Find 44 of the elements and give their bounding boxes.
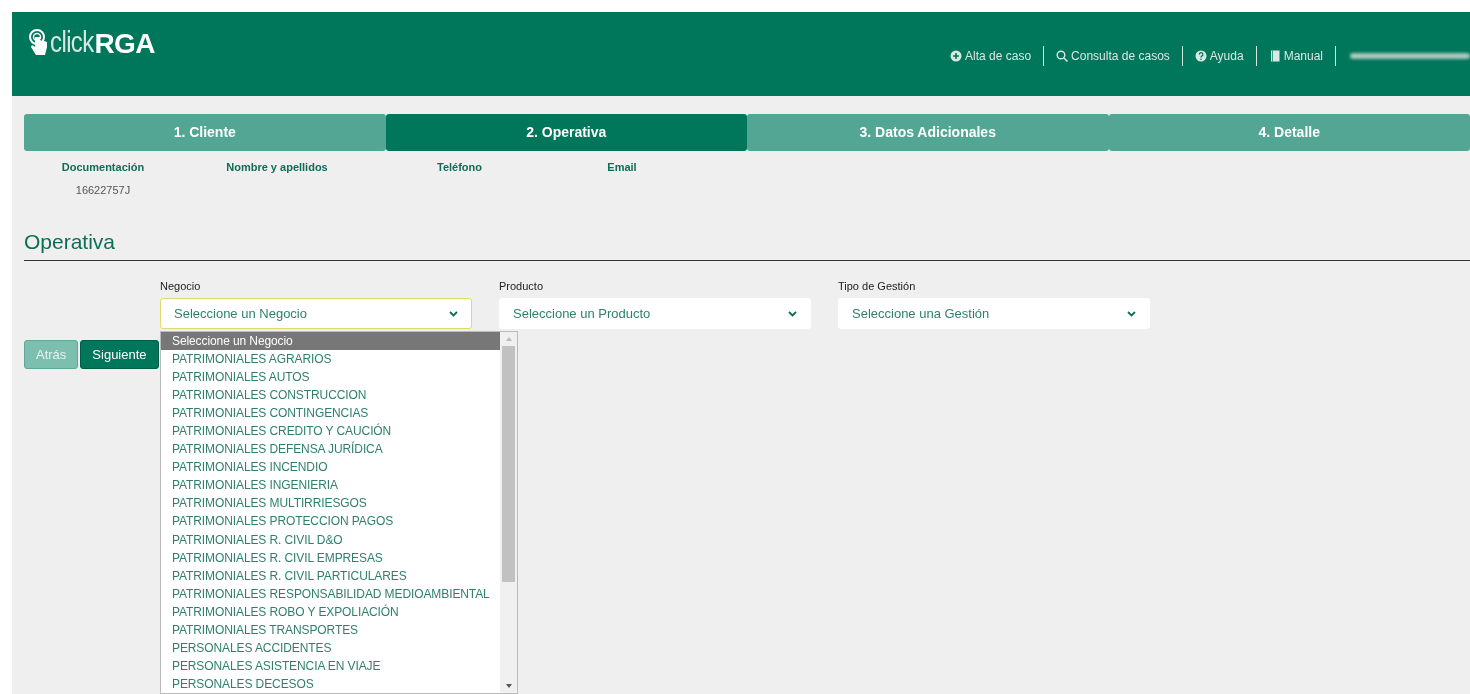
field-label: Documentación xyxy=(61,160,145,175)
step-tab[interactable]: 4. Detalle xyxy=(1108,114,1470,151)
dropdown-option[interactable]: PATRIMONIALES CONTINGENCIAS xyxy=(161,404,500,423)
nav-link[interactable]: Ayuda xyxy=(1182,47,1256,65)
dropdown-option[interactable]: PATRIMONIALES R. CIVIL EMPRESAS xyxy=(161,548,500,567)
dropdown-option[interactable]: Seleccione un Negocio xyxy=(161,332,500,351)
step-tab[interactable]: 2. Operativa xyxy=(385,114,747,151)
dropdown-option[interactable]: PATRIMONIALES CREDITO Y CAUCIÓN xyxy=(161,422,500,441)
dropdown-option[interactable]: PATRIMONIALES PROTECCION PAGOS xyxy=(161,512,500,531)
field-value: 16622757J xyxy=(75,182,131,198)
field-label: Teléfono xyxy=(437,160,482,175)
step-tab[interactable]: 1. Cliente xyxy=(24,114,386,151)
field-label: Negocio xyxy=(160,278,202,294)
dropdown-option[interactable]: PATRIMONIALES INCENDIO xyxy=(161,458,500,477)
select-field[interactable]: Seleccione un Negocio xyxy=(160,298,472,329)
dropdown-option[interactable]: PATRIMONIALES CONSTRUCCION xyxy=(161,386,500,405)
dropdown-option[interactable]: PATRIMONIALES MULTIRRIESGOS xyxy=(161,494,500,513)
dropdown-option[interactable]: PATRIMONIALES RESPONSABILIDAD MEDIOAMBIENTAL xyxy=(161,584,500,603)
dropdown-option[interactable]: PERSONALES DECESOS xyxy=(161,674,500,693)
dropdown-option[interactable]: PATRIMONIALES TRANSPORTES xyxy=(161,620,500,639)
field-label: Producto xyxy=(499,278,545,294)
dropdown-option[interactable]: PATRIMONIALES AGRARIOS xyxy=(161,350,500,369)
form-button[interactable]: Siguiente xyxy=(80,340,159,369)
section-title: Operativa xyxy=(24,229,117,255)
dropdown-option[interactable]: PATRIMONIALES DEFENSA JURÍDICA xyxy=(161,440,500,459)
dropdown-option[interactable]: PERSONALES ACCIDENTES xyxy=(161,638,500,657)
field-label: Email xyxy=(607,160,637,175)
select-field[interactable]: Seleccione un Producto xyxy=(499,298,811,329)
nav-link[interactable]: Consulta de casos xyxy=(1044,47,1182,65)
field-label: Nombre y apellidos xyxy=(226,160,328,175)
dropdown-option[interactable]: PATRIMONIALES R. CIVIL PARTICULARES xyxy=(161,566,500,585)
dropdown-option[interactable]: PATRIMONIALES INGENIERIA xyxy=(161,476,500,495)
select-field[interactable]: Seleccione una Gestión xyxy=(838,298,1150,329)
logo[interactable]: clickRGA xyxy=(28,27,155,57)
logo-text: RGA xyxy=(94,31,155,57)
dropdown-option[interactable]: PATRIMONIALES ROBO Y EXPOLIACIÓN xyxy=(161,602,500,621)
logo-text: click xyxy=(50,27,94,57)
dropdown-option[interactable]: PATRIMONIALES AUTOS xyxy=(161,368,500,387)
step-tab[interactable]: 3. Datos Adicionales xyxy=(747,114,1109,151)
dropdown-option[interactable]: PATRIMONIALES R. CIVIL D&O xyxy=(161,530,500,549)
dropdown-option[interactable]: PERSONALES ASISTENCIA EN VIAJE xyxy=(161,656,500,675)
field-label: Tipo de Gestión xyxy=(838,278,917,294)
nav-link[interactable]: Alta de caso xyxy=(938,47,1044,65)
nav-link[interactable]: Manual xyxy=(1256,47,1335,65)
